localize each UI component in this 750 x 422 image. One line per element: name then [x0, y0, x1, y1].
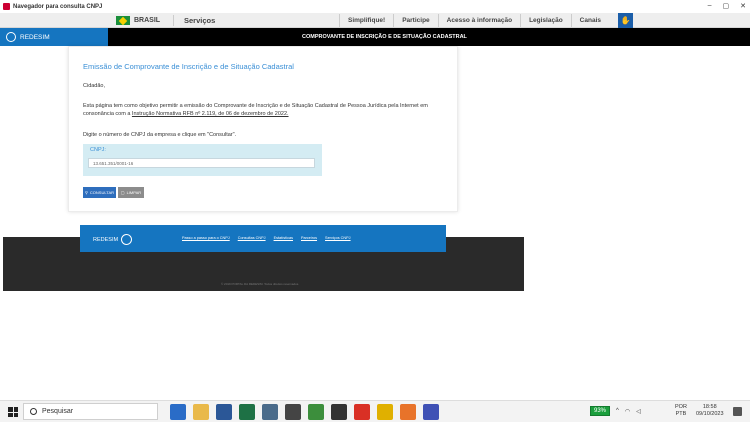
file-icon: ▢ [120, 190, 125, 195]
brazil-flag-icon [116, 16, 130, 25]
cnpj-label: CNPJ: [90, 147, 106, 153]
footer-copyright: © 2019 PORTAL DA REDESIM. Todos direitos… [221, 282, 300, 286]
greeting-text: Cidadão, [83, 83, 106, 89]
gov-bar: BRASIL Serviços Simplifique! Participe A… [0, 13, 750, 28]
page-title: COMPROVANTE DE INSCRIÇÃO E DE SITUAÇÃO C… [302, 34, 467, 40]
window-controls: – ▢ ✕ [708, 2, 746, 10]
gov-servicos-link[interactable]: Serviços [173, 15, 337, 26]
clock-time: 18:58 [702, 404, 717, 410]
logo-text: REDESIM [20, 33, 50, 41]
window-titlebar: Navegador para consulta CNPJ – ▢ ✕ [0, 0, 750, 13]
consultar-label: CONSULTAR [89, 190, 114, 195]
gov-brasil-link[interactable]: BRASIL [116, 15, 160, 26]
app-icon[interactable] [377, 404, 393, 420]
consultar-button[interactable]: ⚲ CONSULTAR [83, 187, 116, 198]
taskbar-search[interactable]: Pesquisar [23, 403, 158, 420]
cnpj-input[interactable] [88, 158, 315, 168]
footer-link-parceiros[interactable]: Parceiros [301, 236, 317, 240]
gov-brasil-label: BRASIL [134, 17, 161, 24]
app-icon[interactable] [354, 404, 370, 420]
app-icon[interactable] [308, 404, 324, 420]
language-indicator[interactable]: POR PTB [675, 404, 687, 418]
clock-date: 09/10/2023 [696, 411, 724, 417]
footer-link-passo[interactable]: Passo a passo para o CNPJ [182, 236, 230, 240]
footer-logo: REDESIM [93, 234, 133, 245]
page-header: REDESIM COMPROVANTE DE INSCRIÇÃO E DE SI… [0, 28, 750, 46]
footer-links: Passo a passo para o CNPJ Consultas CNPJ… [182, 236, 351, 240]
gov-link-legislacao[interactable]: Legislação [520, 14, 571, 27]
footer-link-consultas[interactable]: Consultas CNPJ [238, 236, 266, 240]
gov-link-participe[interactable]: Participe [393, 14, 437, 27]
excel-icon[interactable] [239, 404, 255, 420]
volume-icon[interactable]: ◁ [636, 408, 641, 415]
description-text: Esta página tem como objetivo permitir a… [83, 102, 443, 118]
taskbar-apps [170, 404, 439, 420]
close-button[interactable]: ✕ [740, 2, 746, 10]
limpar-label: LIMPAR [126, 190, 142, 195]
lang-bottom: PTB [675, 411, 687, 417]
globe-icon [121, 234, 133, 245]
app-icon[interactable] [400, 404, 416, 420]
notification-icon[interactable] [733, 407, 742, 416]
search-icon [30, 408, 37, 415]
gov-link-acesso[interactable]: Acesso à informação [437, 14, 520, 27]
gov-link-simplifique[interactable]: Simplifique! [339, 14, 393, 27]
window-title: Navegador para consulta CNPJ [13, 3, 103, 10]
wifi-icon[interactable]: ◠ [625, 408, 630, 415]
windows-start-icon[interactable] [8, 407, 18, 417]
taskbar: Pesquisar 93% ^ ◠ ◁ POR PTB 18:58 09/10/… [0, 400, 750, 422]
globe-icon [6, 32, 16, 42]
app-icon[interactable] [331, 404, 347, 420]
form-card: Emissão de Comprovante de Inscrição e de… [68, 46, 458, 212]
redesim-logo[interactable]: REDESIM [0, 28, 108, 46]
system-tray: 93% ^ ◠ ◁ [590, 406, 641, 416]
accessibility-icon[interactable]: ✋ [618, 13, 633, 28]
limpar-button[interactable]: ▢ LIMPAR [118, 187, 144, 198]
word-icon[interactable] [216, 404, 232, 420]
app-icon[interactable] [423, 404, 439, 420]
app-icon[interactable] [262, 404, 278, 420]
gov-nav: Simplifique! Participe Acesso à informaç… [339, 14, 609, 27]
footer-link-estatisticas[interactable]: Estatísticas [274, 236, 293, 240]
search-icon: ⚲ [84, 190, 88, 195]
file-explorer-icon[interactable] [193, 404, 209, 420]
minimize-button[interactable]: – [708, 2, 712, 10]
battery-indicator[interactable]: 93% [590, 406, 611, 416]
cnpj-box: CNPJ: [83, 144, 322, 176]
footer-nav: REDESIM Passo a passo para o CNPJ Consul… [80, 225, 446, 252]
maximize-button[interactable]: ▢ [723, 2, 730, 10]
search-placeholder: Pesquisar [42, 408, 74, 415]
lang-top: POR [675, 404, 687, 410]
footer-logo-text: REDESIM [93, 236, 119, 243]
form-title: Emissão de Comprovante de Inscrição e de… [83, 62, 294, 71]
edge-icon[interactable] [170, 404, 186, 420]
footer-link-servicos[interactable]: Serviços CNPJ [325, 236, 351, 240]
clock[interactable]: 18:58 09/10/2023 [696, 404, 724, 418]
instruction-text: Digite o número de CNPJ da empresa e cli… [83, 132, 237, 138]
gov-link-canais[interactable]: Canais [570, 14, 609, 27]
app-icon [3, 3, 10, 10]
settings-icon[interactable] [285, 404, 301, 420]
instrucao-normativa-link[interactable]: Instrução Normativa RFB nº 2.119, de 06 … [132, 111, 289, 117]
chevron-up-icon[interactable]: ^ [616, 408, 619, 414]
